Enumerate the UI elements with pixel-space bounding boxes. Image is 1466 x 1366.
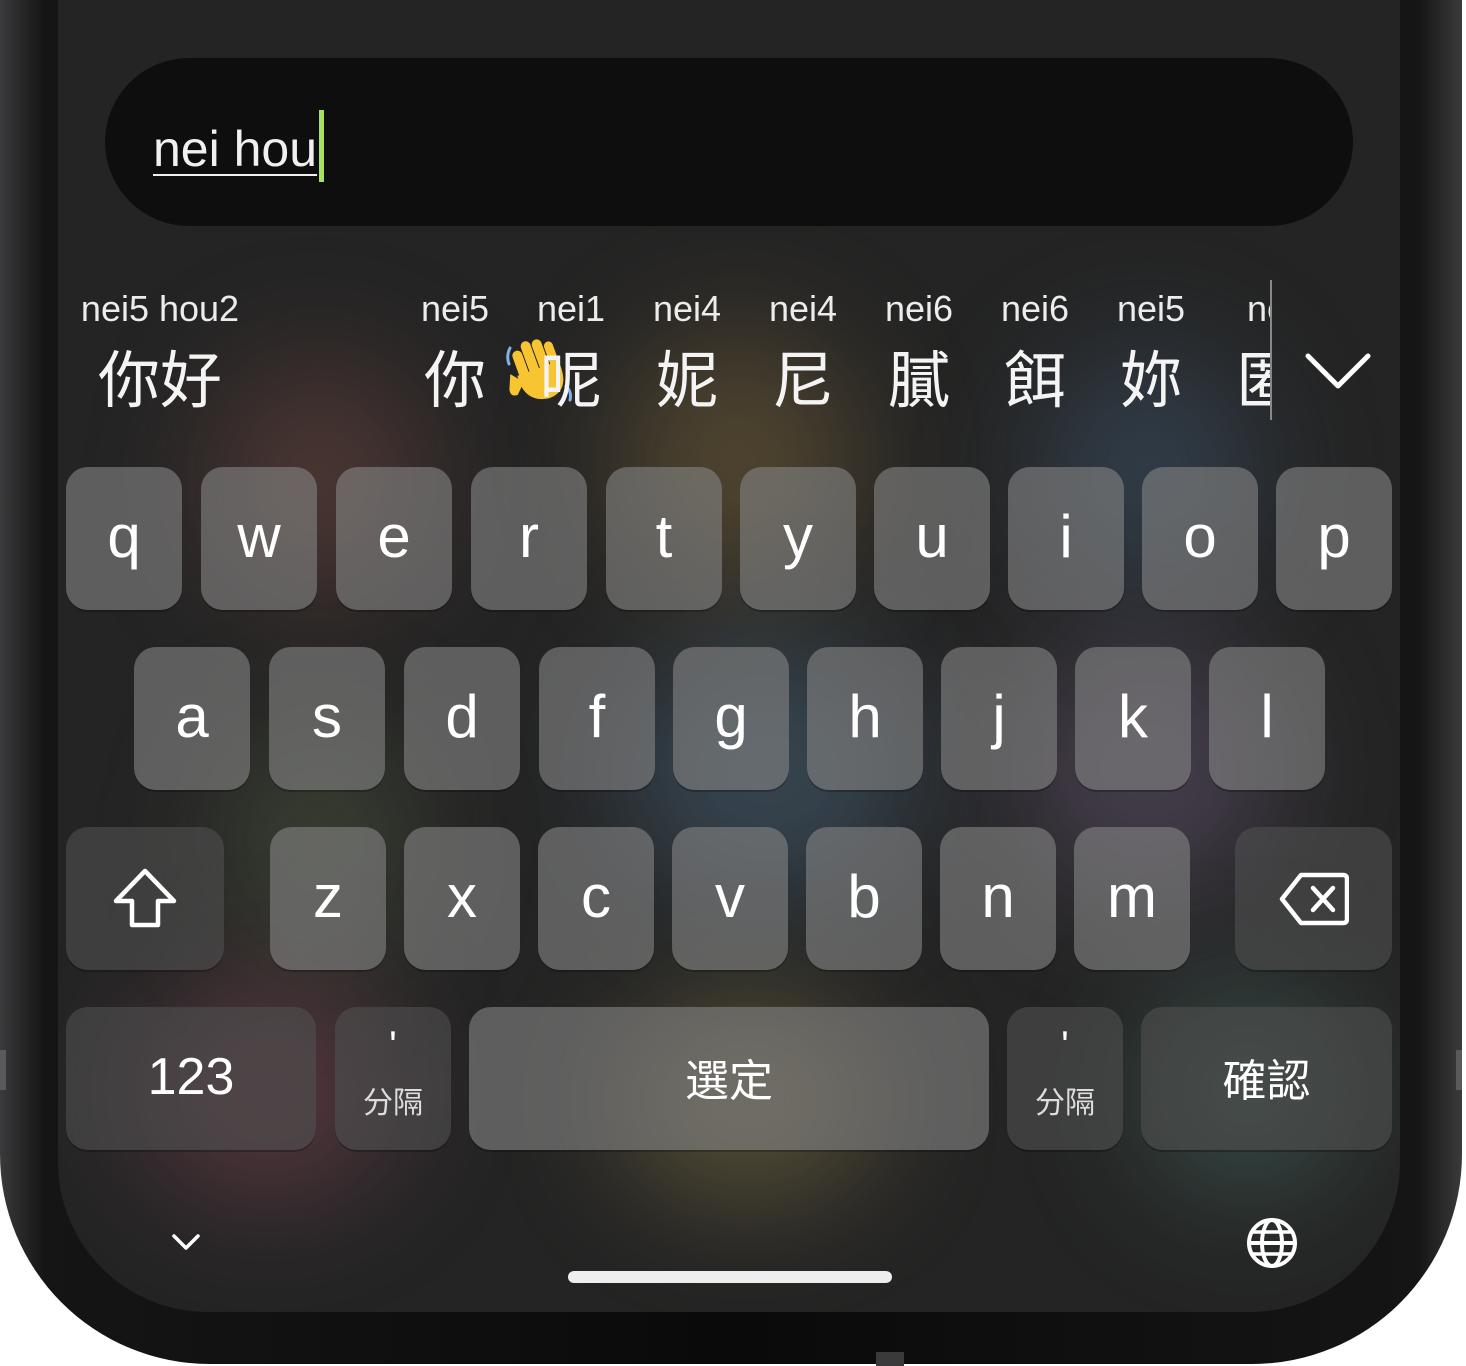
candidate-item[interactable]: nei6 餌	[1000, 280, 1070, 417]
key-s[interactable]: s	[269, 647, 385, 790]
key-x[interactable]: x	[404, 827, 520, 970]
key-d[interactable]: d	[404, 647, 520, 790]
key-y[interactable]: y	[740, 467, 856, 610]
key-t[interactable]: t	[606, 467, 722, 610]
key-o[interactable]: o	[1142, 467, 1258, 610]
candidate-romanization: nei4	[652, 288, 722, 329]
side-button-left	[0, 1050, 6, 1090]
candidate-romanization: nei5	[420, 288, 490, 329]
candidate-item[interactable]: nei6 膩	[884, 280, 954, 417]
shift-arrow-icon	[113, 868, 177, 927]
key-z[interactable]: z	[270, 827, 386, 970]
key-r[interactable]: r	[471, 467, 587, 610]
candidate-romanization: ne	[1246, 288, 1270, 329]
candidate-romanization: nei6	[884, 288, 954, 329]
candidate-characters: 膩	[887, 344, 950, 417]
candidate-characters: 餌	[1003, 344, 1066, 417]
key-f[interactable]: f	[539, 647, 655, 790]
key-w[interactable]: w	[201, 467, 317, 610]
candidate-item[interactable]: nei5 你	[420, 280, 490, 417]
candidate-item[interactable]: ne 匿	[1232, 280, 1270, 417]
key-v[interactable]: v	[672, 827, 788, 970]
frame-notch	[876, 1352, 904, 1366]
candidate-strip: nei5 hou2 你好 nei5 你 nei1 呢 nei4 妮 nei4 尼…	[58, 280, 1272, 420]
backspace-icon	[1279, 872, 1349, 925]
key-l[interactable]: l	[1209, 647, 1325, 790]
space-select-key[interactable]: 選定	[469, 1007, 989, 1150]
candidate-item-emoji[interactable]	[268, 280, 572, 410]
candidate-characters: 妳	[1119, 344, 1182, 417]
key-c[interactable]: c	[538, 827, 654, 970]
candidate-romanization: nei4	[768, 288, 838, 329]
key-b[interactable]: b	[806, 827, 922, 970]
candidate-characters: 妮	[655, 344, 718, 417]
text-input-field[interactable]: nei hou	[105, 58, 1353, 226]
candidate-item[interactable]: nei4 尼	[768, 280, 838, 417]
separator-key[interactable]: ' 分隔	[335, 1007, 451, 1150]
globe-icon[interactable]	[1244, 1215, 1300, 1271]
chevron-down-icon[interactable]	[1298, 330, 1378, 410]
separator-symbol: '	[389, 1023, 397, 1068]
key-a[interactable]: a	[134, 647, 250, 790]
separator-key[interactable]: ' 分隔	[1007, 1007, 1123, 1150]
key-h[interactable]: h	[807, 647, 923, 790]
shift-key[interactable]	[66, 827, 224, 970]
candidate-romanization: nei1	[536, 288, 606, 329]
chevron-down-icon[interactable]	[166, 1222, 206, 1262]
key-p[interactable]: p	[1276, 467, 1392, 610]
key-e[interactable]: e	[336, 467, 452, 610]
candidate-romanization: nei5 hou2	[80, 288, 240, 329]
screen: nei hou nei5 hou2 你好 nei5 你 nei1 呢 nei4 …	[58, 0, 1400, 1312]
side-button-right	[1456, 1050, 1462, 1090]
candidate-item[interactable]: nei5 妳	[1116, 280, 1186, 417]
key-q[interactable]: q	[66, 467, 182, 610]
candidate-characters: 你好	[97, 344, 222, 417]
candidate-bar: nei5 hou2 你好 nei5 你 nei1 呢 nei4 妮 nei4 尼…	[58, 280, 1400, 420]
candidate-item[interactable]: nei5 hou2 你好	[72, 280, 248, 417]
candidate-item[interactable]: nei4 妮	[652, 280, 722, 417]
key-i[interactable]: i	[1008, 467, 1124, 610]
separator-symbol: '	[1061, 1023, 1069, 1068]
candidate-characters: 你	[423, 344, 486, 417]
candidate-characters: 尼	[771, 344, 834, 417]
text-caret	[319, 110, 325, 182]
key-m[interactable]: m	[1074, 827, 1190, 970]
home-indicator[interactable]	[568, 1271, 892, 1283]
key-g[interactable]: g	[673, 647, 789, 790]
key-j[interactable]: j	[941, 647, 1057, 790]
key-n[interactable]: n	[940, 827, 1056, 970]
confirm-key[interactable]: 確認	[1141, 1007, 1392, 1150]
separator-label: 分隔	[1035, 1085, 1095, 1121]
numbers-key[interactable]: 123	[66, 1007, 316, 1150]
input-text: nei hou	[153, 110, 325, 182]
key-u[interactable]: u	[874, 467, 990, 610]
candidate-characters: 匿	[1232, 330, 1270, 420]
candidate-romanization: nei6	[1000, 288, 1070, 329]
key-k[interactable]: k	[1075, 647, 1191, 790]
backspace-key[interactable]	[1235, 827, 1392, 970]
candidate-characters: 呢	[539, 344, 602, 417]
separator-label: 分隔	[363, 1085, 423, 1121]
candidate-romanization: nei5	[1116, 288, 1186, 329]
candidate-item[interactable]: nei1 呢	[536, 280, 606, 417]
